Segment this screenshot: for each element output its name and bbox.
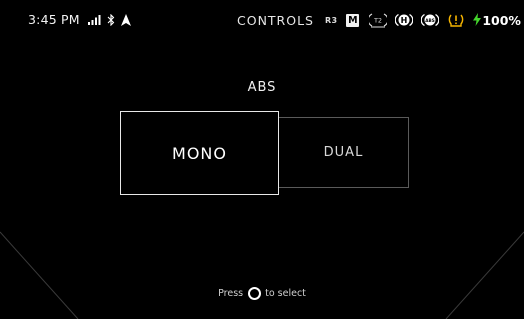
abs-option-dual-label: DUAL <box>323 145 364 160</box>
battery-indicator: 100% <box>473 11 521 30</box>
vehicle-status-icons: R3 M T2 H ABS 100% <box>325 10 521 30</box>
traction-control-icon: T2 <box>369 12 388 28</box>
bluetooth-icon <box>107 14 115 26</box>
abs-option-mono-label: MONO <box>172 143 227 163</box>
battery-percent: 100% <box>482 12 521 28</box>
abs-heading: ABS <box>247 80 277 95</box>
traction-icon-text: T2 <box>373 17 382 25</box>
tire-pressure-warning-icon <box>447 12 465 28</box>
connectivity-icons <box>88 12 131 28</box>
status-bar: 3:45 PM CONTROLS R3 M T2 H ABS 100% <box>0 0 524 40</box>
charging-bolt-icon <box>473 11 482 30</box>
select-hint: Press to select <box>0 287 524 300</box>
clock-time: 3:45 PM <box>28 12 80 27</box>
ride-mode-badge: M <box>346 13 360 27</box>
hill-hold-icon: H <box>395 12 414 28</box>
abs-status-icon: ABS <box>421 12 440 28</box>
abs-option-mono[interactable]: MONO <box>120 111 279 195</box>
screen-title: CONTROLS <box>237 13 314 28</box>
bike-model-label: R3 <box>325 15 338 25</box>
hint-prefix: Press <box>218 288 244 299</box>
circle-button-icon <box>248 287 262 300</box>
navigation-arrow-icon <box>121 14 131 26</box>
abs-icon-text: ABS <box>426 18 435 23</box>
abs-option-dual[interactable]: DUAL <box>278 117 409 188</box>
hill-hold-icon-text: H <box>401 16 408 25</box>
hint-suffix: to select <box>265 288 306 299</box>
signal-bars-icon <box>88 15 101 25</box>
